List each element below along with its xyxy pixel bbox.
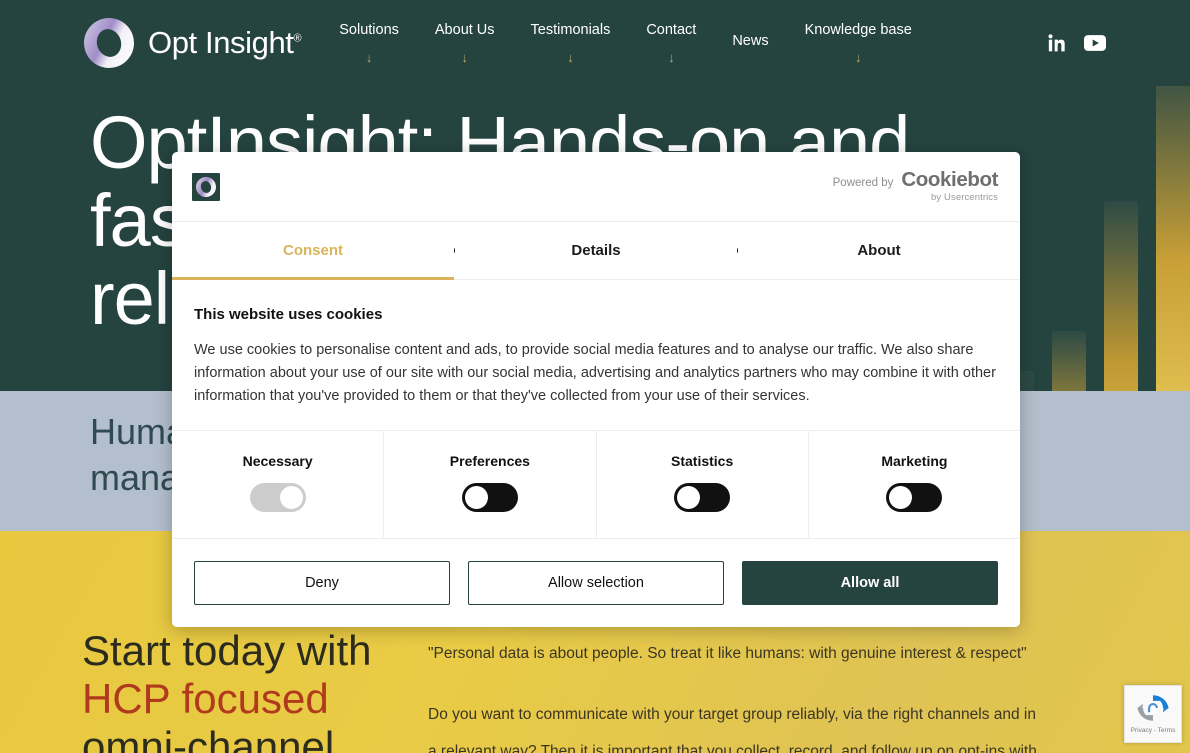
cookiebot-sub: by Usercentrics: [931, 192, 998, 204]
nav-label: Knowledge base: [804, 22, 912, 38]
chevron-down-icon: ↓: [854, 50, 862, 65]
nav-label: Testimonials: [530, 22, 611, 38]
allow-all-button[interactable]: Allow all: [742, 561, 998, 605]
brand-logo[interactable]: Opt Insight®: [77, 11, 302, 75]
cookiebot-brand: Cookiebot by Usercentrics: [901, 167, 998, 204]
nav-item-about-us[interactable]: About Us ↓: [417, 22, 513, 64]
hero-decorative-bars: [1000, 86, 1190, 391]
category-statistics: Statistics: [597, 431, 809, 538]
cookie-dialog-body: This website uses cookies We use cookies…: [172, 280, 1020, 430]
page-root: OptInsight: Hands-on and fast solution t…: [0, 0, 1190, 753]
hero-bar: [1104, 201, 1138, 391]
tab-label: Consent: [283, 242, 343, 259]
linkedin-icon[interactable]: [1048, 33, 1068, 53]
tab-label: About: [857, 242, 901, 259]
toggle-preferences[interactable]: [461, 483, 518, 512]
cookie-categories: Necessary Preferences Statistics Marketi…: [172, 430, 1020, 539]
recaptcha-icon: [1137, 695, 1169, 721]
nav-label: News: [732, 33, 769, 49]
nav-label: Solutions: [339, 22, 399, 38]
brand-trademark: ®: [293, 32, 302, 45]
optinsight-logo-icon: [77, 11, 141, 75]
cta-paragraph: Do you want to communicate with your tar…: [428, 706, 1037, 753]
hero-bar: [1052, 331, 1086, 391]
cta-body: "Personal data is about people. So treat…: [428, 635, 1048, 753]
youtube-icon[interactable]: [1084, 35, 1106, 51]
toggle-marketing[interactable]: [886, 483, 943, 512]
tab-details[interactable]: Details: [455, 222, 737, 279]
cookie-dialog-heading: This website uses cookies: [194, 306, 383, 323]
chevron-down-icon: ↓: [365, 50, 373, 65]
toggle-statistics[interactable]: [674, 483, 731, 512]
category-label: Preferences: [449, 453, 530, 469]
nav-label: About Us: [434, 22, 495, 38]
powered-by-cookiebot[interactable]: Powered by Cookiebot by Usercentrics: [832, 167, 999, 204]
category-label: Necessary: [242, 453, 313, 469]
allow-selection-button[interactable]: Allow selection: [468, 561, 724, 605]
main-nav: Solutions ↓ About Us ↓ Testimonials ↓ Co…: [321, 22, 930, 64]
nav-label: Contact: [646, 22, 697, 38]
nav-item-solutions[interactable]: Solutions ↓: [321, 22, 417, 64]
cta-title-line1: Start today with: [82, 627, 372, 674]
brand-name: Opt Insight®: [148, 25, 302, 60]
nav-item-contact[interactable]: Contact ↓: [628, 22, 714, 64]
nav-item-knowledge-base[interactable]: Knowledge base ↓: [787, 22, 930, 64]
tab-about[interactable]: About: [738, 222, 1020, 279]
deny-button[interactable]: Deny: [194, 561, 450, 605]
category-label: Marketing: [881, 453, 948, 469]
toggle-necessary[interactable]: [249, 483, 306, 512]
nav-item-news[interactable]: News: [714, 33, 786, 49]
cta-quote: "Personal data is about people. So treat…: [428, 645, 1027, 662]
cookie-dialog-actions: Deny Allow selection Allow all: [172, 539, 1020, 627]
powered-by-label: Powered by: [832, 176, 894, 189]
tab-label: Details: [571, 242, 621, 259]
social-links: [1048, 33, 1106, 53]
category-necessary: Necessary: [172, 431, 385, 538]
chevron-down-icon: ↓: [668, 50, 675, 65]
cta-title: Start today with HCP focused omni-channel: [82, 627, 371, 753]
cookie-consent-dialog: Powered by Cookiebot by Usercentrics Con…: [172, 152, 1020, 627]
recaptcha-text: Privacy - Terms: [1130, 727, 1176, 734]
cookie-dialog-description: We use cookies to personalise content an…: [194, 342, 996, 404]
recaptcha-badge[interactable]: Privacy - Terms: [1124, 685, 1182, 743]
site-logo-icon: [192, 172, 220, 201]
category-label: Statistics: [671, 453, 734, 469]
chevron-down-icon: ↓: [567, 50, 574, 65]
nav-item-testimonials[interactable]: Testimonials ↓: [513, 22, 629, 64]
category-marketing: Marketing: [809, 431, 1020, 538]
cookiebot-name: Cookiebot: [901, 167, 998, 191]
category-preferences: Preferences: [384, 431, 597, 538]
cta-title-accent: HCP focused: [82, 675, 329, 722]
chevron-down-icon: ↓: [461, 50, 468, 65]
cookie-dialog-header: Powered by Cookiebot by Usercentrics: [172, 152, 1020, 222]
site-header: Opt Insight® Solutions ↓ About Us ↓ Test…: [0, 0, 1190, 86]
cta-title-line3: omni-channel: [82, 723, 335, 753]
tab-consent[interactable]: Consent: [172, 222, 454, 280]
hero-bar: [1156, 86, 1190, 391]
cookie-dialog-tabs: Consent Details About: [172, 222, 1020, 280]
